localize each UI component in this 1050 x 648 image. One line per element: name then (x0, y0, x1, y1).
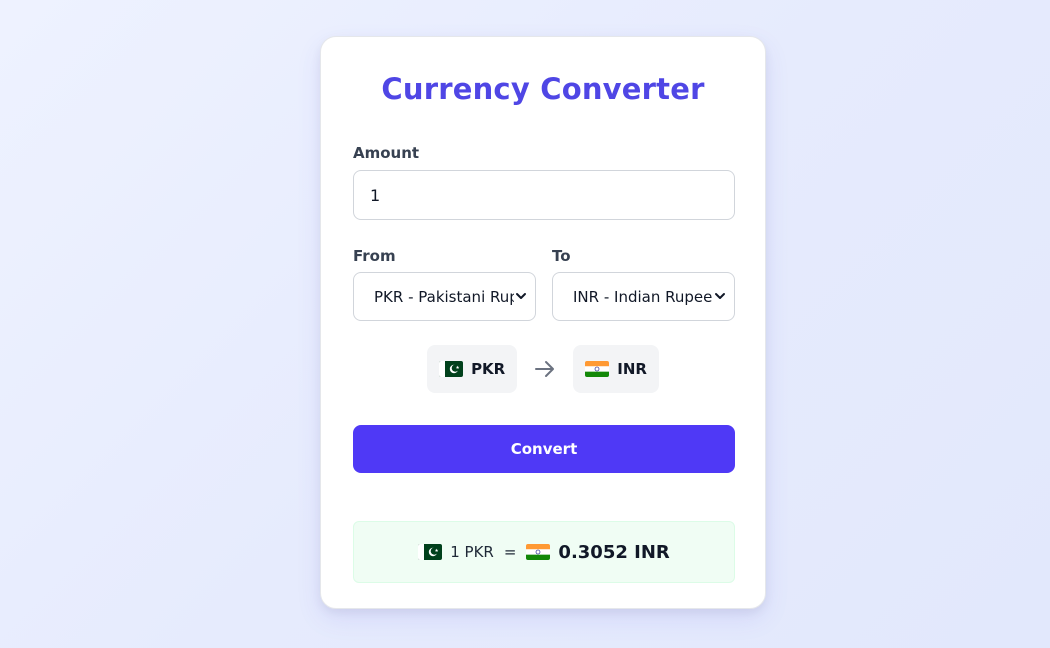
pakistan-flag-icon (439, 361, 464, 377)
to-currency-code: INR (617, 360, 647, 378)
chevron-down-icon (516, 293, 526, 299)
india-flag-icon (526, 544, 551, 560)
currency-pair: PKR INR (353, 345, 733, 393)
converter-card: Currency Converter Amount From PKR - Pak… (320, 36, 766, 609)
india-flag-icon (585, 361, 610, 377)
from-currency-select[interactable]: PKR - Pakistani Rupee (353, 272, 536, 321)
currency-selectors: From PKR - Pakistani Rupee To INR - Indi… (353, 246, 735, 321)
to-label: To (552, 247, 571, 265)
to-currency-chip: INR (573, 345, 659, 393)
chevron-down-icon (715, 293, 725, 299)
to-currency-select[interactable]: INR - Indian Rupee (552, 272, 735, 321)
to-select-value: INR - Indian Rupee (573, 287, 713, 306)
to-field: To INR - Indian Rupee (552, 246, 735, 321)
result-to-amount: 0.3052 INR (558, 541, 670, 563)
amount-label: Amount (353, 144, 420, 162)
convert-button[interactable]: Convert (353, 425, 735, 473)
pakistan-flag-icon (418, 544, 443, 560)
from-currency-code: PKR (471, 360, 506, 378)
amount-input[interactable] (353, 170, 735, 220)
from-select-value: PKR - Pakistani Rupee (374, 287, 514, 306)
from-label: From (353, 247, 396, 265)
result-from-amount: 1 PKR (450, 543, 494, 561)
page-title: Currency Converter (381, 72, 705, 106)
from-field: From PKR - Pakistani Rupee (353, 246, 536, 321)
conversion-result: 1 PKR = 0.3052 INR (353, 521, 735, 583)
result-equals: = (503, 543, 517, 561)
arrow-right-icon (535, 361, 555, 377)
from-currency-chip: PKR (427, 345, 518, 393)
